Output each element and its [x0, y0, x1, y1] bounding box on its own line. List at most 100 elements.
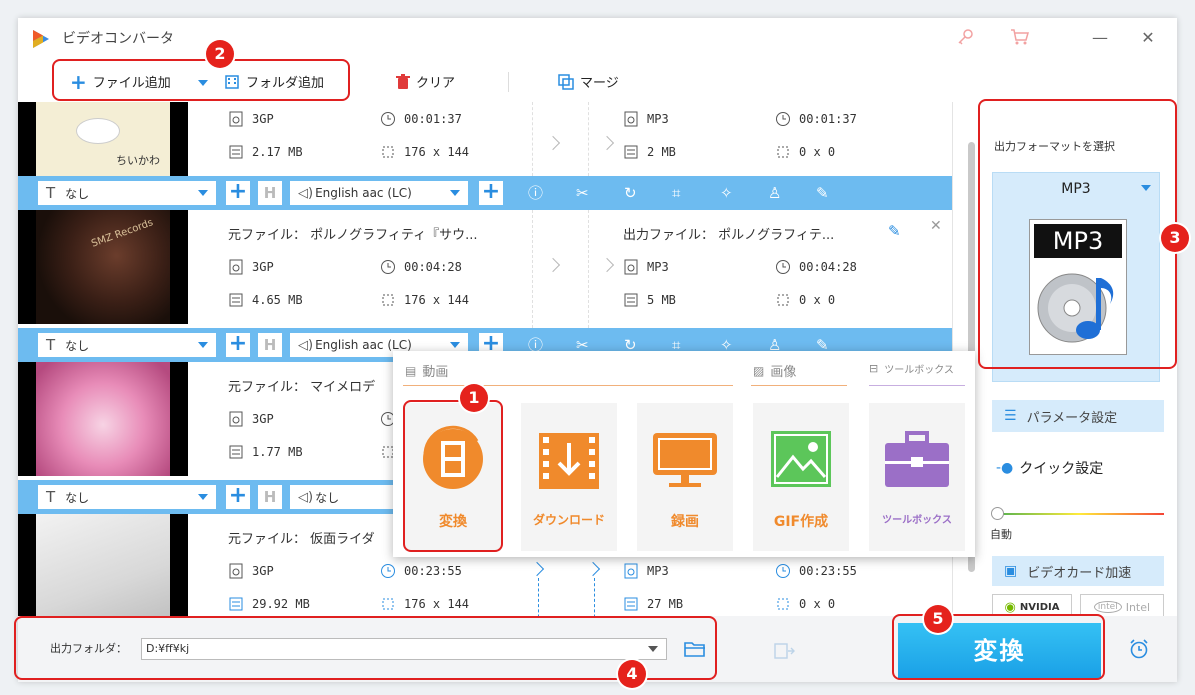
info-icon[interactable]: ⓘ	[528, 183, 543, 203]
dropdown-arrow-icon	[198, 494, 208, 500]
gpu-acceleration-button[interactable]: ▣ ビデオカード加速	[992, 556, 1164, 586]
watermark-stamp-icon[interactable]: ♙	[768, 183, 781, 203]
gif-image-icon	[771, 431, 831, 487]
alarm-clock-icon[interactable]	[1128, 638, 1150, 660]
resolution-icon	[775, 144, 791, 160]
output-duration-value: 00:01:37	[799, 112, 857, 126]
quality-slider-track[interactable]	[994, 513, 1164, 515]
rotate-icon[interactable]: ↻	[624, 183, 637, 203]
resolution-icon	[775, 292, 791, 308]
arrow-right-icon	[529, 561, 545, 577]
output-format-value: MP3	[647, 564, 669, 578]
remove-file-icon[interactable]: ✕	[930, 218, 942, 234]
add-subtitle-button[interactable]: +	[226, 181, 250, 205]
subtitle-select[interactable]: T なし	[38, 485, 216, 509]
trash-icon	[396, 73, 410, 89]
source-resolution-value: 176 x 144	[404, 597, 470, 611]
tile-gif-maker[interactable]: GIF作成	[753, 403, 849, 551]
edit-subtitle-icon[interactable]: ✎	[816, 183, 829, 203]
add-audio-button[interactable]: +	[479, 181, 503, 205]
effect-wand-icon[interactable]: ✧	[720, 183, 733, 203]
video-thumbnail	[18, 514, 188, 616]
tile-download-label: ダウンロード	[532, 513, 605, 527]
tile-record-label: 録画	[671, 514, 699, 530]
divider-dashed	[588, 102, 589, 176]
resolution-icon	[380, 292, 396, 308]
audio-file-icon	[623, 259, 639, 275]
annotation-box-2	[52, 59, 350, 101]
output-resolution: 0 x 0	[775, 292, 835, 308]
output-size-value: 2 MB	[647, 145, 676, 159]
resolution-icon	[380, 144, 396, 160]
source-format: 3GP	[228, 411, 274, 427]
video-file-icon	[228, 111, 244, 127]
nvidia-logo-icon: ◉	[1004, 599, 1016, 615]
clear-label: クリア	[416, 76, 456, 91]
output-format-value: MP3	[647, 112, 669, 126]
source-size: 4.65 MB	[228, 292, 303, 308]
clock-icon	[775, 563, 791, 579]
hardsub-button[interactable]: H	[258, 181, 282, 205]
intel-label: Intel	[1125, 600, 1151, 614]
subtitle-value: なし	[65, 490, 90, 505]
file-size-icon	[623, 144, 639, 160]
list-item[interactable]: SMZ Records 元ファイル： ポルノグラフィティ『サウ... 出力ファイ…	[18, 210, 952, 324]
nvidia-label: NVIDIA	[1019, 601, 1060, 613]
crop-icon[interactable]: ⌗	[672, 183, 680, 203]
resolution-icon	[775, 596, 791, 612]
source-size-value: 1.77 MB	[252, 445, 303, 459]
sliders-icon: ☰	[1004, 408, 1017, 424]
add-subtitle-button[interactable]: +	[226, 485, 250, 509]
divider-dashed	[532, 102, 533, 176]
hardsub-button[interactable]: H	[258, 333, 282, 357]
tile-download[interactable]: ダウンロード	[521, 403, 617, 551]
audio-track-value: English aac (LC)	[315, 338, 412, 352]
tile-toolbox-label: ツールボックス	[882, 515, 952, 526]
source-resolution: 176 x 144	[380, 144, 469, 160]
file-size-icon	[228, 144, 244, 160]
close-window-button[interactable]: ✕	[1134, 24, 1162, 52]
cart-icon[interactable]	[1010, 28, 1030, 50]
merge-button[interactable]: マージ	[558, 72, 619, 91]
parameter-settings-label: パラメータ設定	[1026, 410, 1118, 426]
audio-track-value: なし	[315, 490, 340, 505]
hardsub-button[interactable]: H	[258, 485, 282, 509]
video-thumbnail	[18, 362, 188, 476]
audio-file-icon	[623, 111, 639, 127]
add-subtitle-button[interactable]: +	[226, 333, 250, 357]
section-video: ▤ 動画	[405, 361, 449, 381]
divider-dashed	[532, 210, 533, 328]
scissors-icon[interactable]: ✂	[576, 183, 589, 203]
subtitle-select[interactable]: T なし	[38, 333, 216, 357]
section-video-label: 動画	[422, 365, 449, 380]
arrow-right-icon	[585, 561, 601, 577]
resolution-icon	[380, 596, 396, 612]
source-resolution: 176 x 144	[380, 292, 469, 308]
file-size-icon	[228, 444, 244, 460]
tile-toolbox[interactable]: ツールボックス	[869, 403, 965, 551]
arrow-right-icon	[545, 257, 561, 273]
app-logo-icon	[33, 30, 49, 48]
edit-name-icon[interactable]: ✎	[888, 222, 901, 240]
window-title: ビデオコンバータ	[62, 31, 174, 47]
parameter-settings-button[interactable]: ☰ パラメータ設定	[992, 400, 1164, 432]
clear-button[interactable]: クリア	[396, 72, 455, 91]
arrow-right-icon	[599, 257, 615, 273]
tile-record[interactable]: 録画	[637, 403, 733, 551]
merge-output-icon[interactable]	[774, 642, 796, 660]
toolbar-divider	[508, 72, 509, 92]
source-filename: 元ファイル： ポルノグラフィティ『サウ...	[228, 228, 478, 243]
dropdown-arrow-icon	[450, 190, 460, 196]
source-format-value: 3GP	[252, 564, 274, 578]
list-item[interactable]: ちいかわ 3GP 00:01:37 2.17 MB 176 x 144 MP3 …	[18, 102, 952, 176]
subtitle-select[interactable]: T なし	[38, 181, 216, 205]
toolbox-icon	[885, 431, 949, 487]
source-format: 3GP	[228, 259, 274, 275]
key-icon[interactable]	[956, 28, 974, 50]
quality-slider-handle[interactable]	[991, 507, 1004, 520]
file-options-bar: T なし + H ◁) English aac (LC) + ⓘ ✂ ↻ ⌗ ✧ ♙…	[18, 176, 952, 210]
minimize-button[interactable]: —	[1086, 24, 1114, 52]
output-resolution-value: 0 x 0	[799, 597, 836, 611]
audio-track-value: English aac (LC)	[315, 186, 412, 200]
audio-track-select[interactable]: ◁) English aac (LC)	[290, 181, 468, 205]
